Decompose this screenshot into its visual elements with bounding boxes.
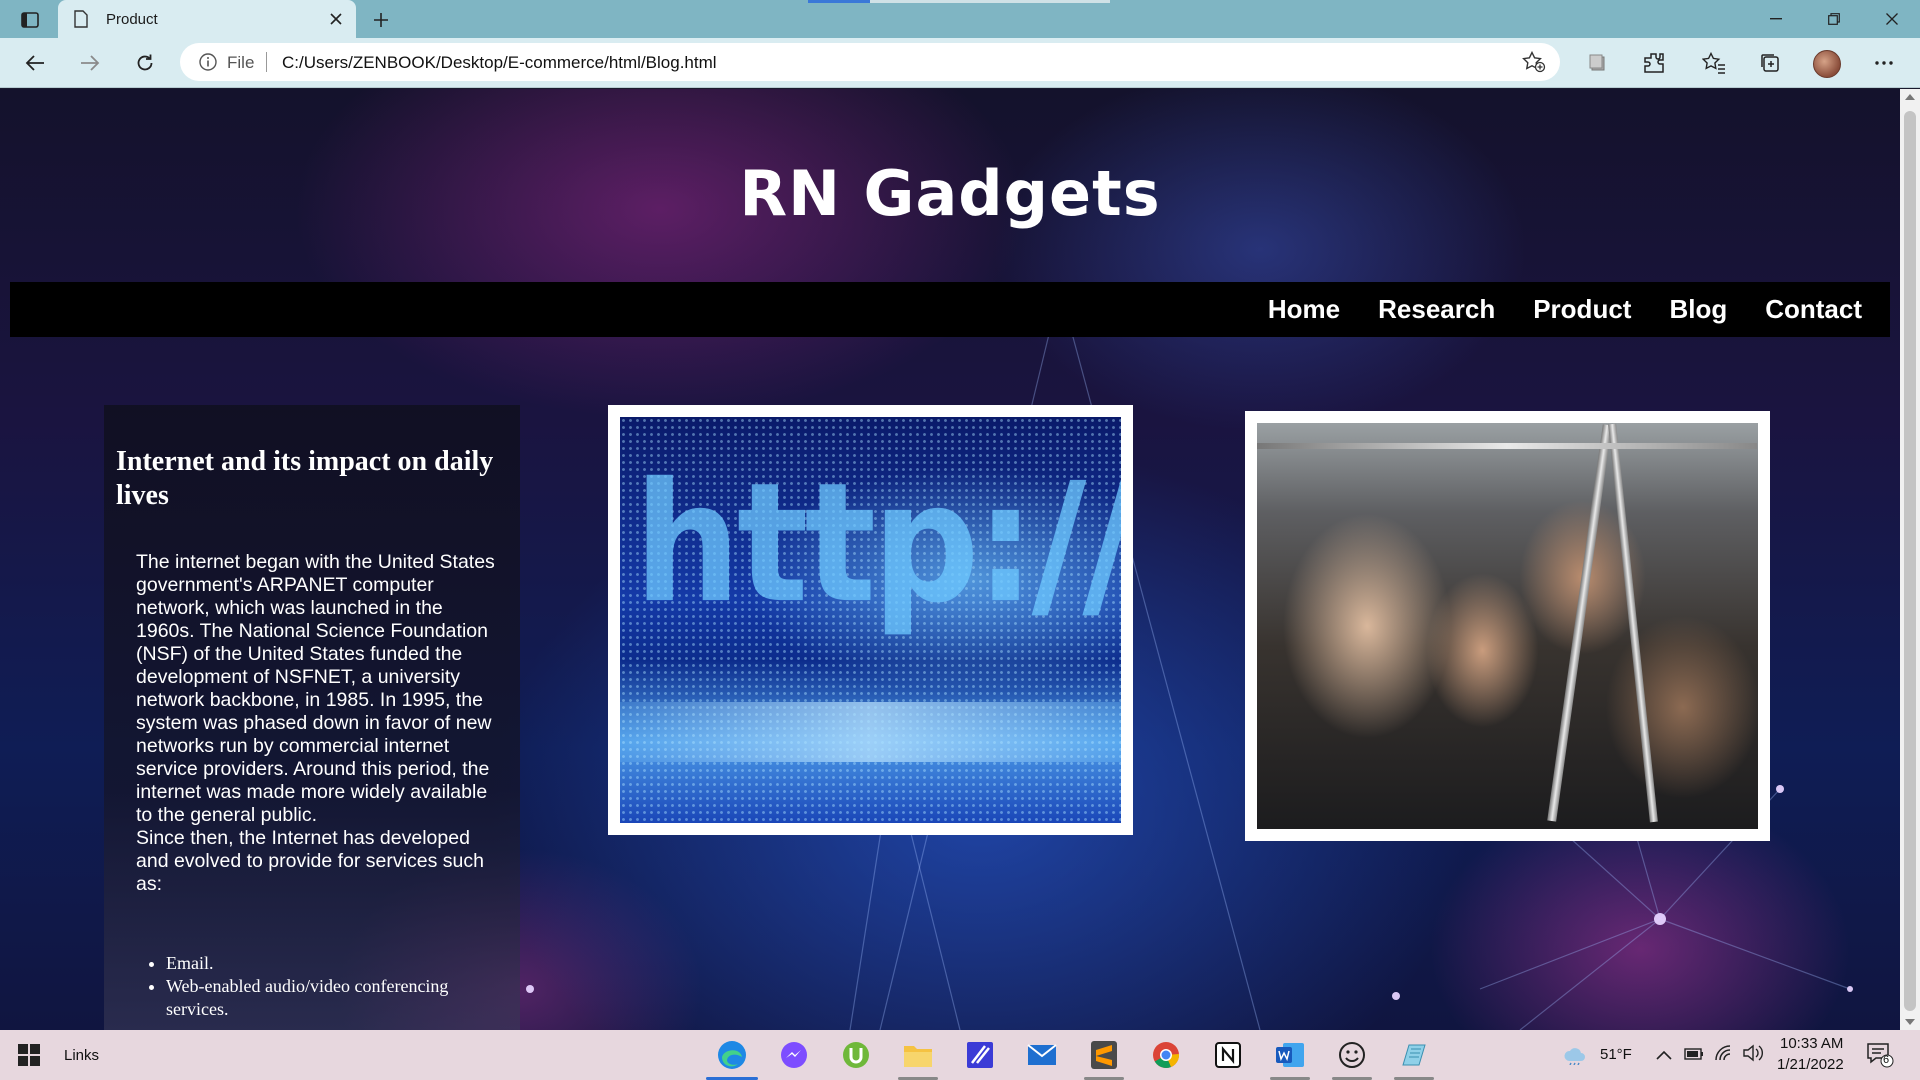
page-scrollbar[interactable] [1900,89,1920,1030]
new-tab-icon[interactable] [368,7,394,33]
nav-product[interactable]: Product [1533,294,1631,325]
nav-blog[interactable]: Blog [1669,294,1727,325]
site-title: RN Gadgets [739,157,1161,230]
article-paragraph: The internet began with the United State… [136,551,495,826]
site-navbar: Home Research Product Blog Contact [10,282,1890,337]
word-icon[interactable] [1264,1036,1316,1080]
clock-date[interactable]: 1/21/2022 [1777,1056,1844,1073]
services-list: Email. Web-enabled audio/video conferenc… [166,952,506,1021]
close-tab-icon[interactable] [326,9,346,29]
address-bar[interactable]: File C:/Users/ZENBOOK/Desktop/E-commerce… [180,43,1560,81]
profile-avatar[interactable] [1813,50,1841,78]
extensions-icon[interactable] [1637,47,1671,79]
more-options-icon[interactable] [1867,47,1901,79]
chevron-up-icon[interactable] [1656,1047,1672,1065]
windows-taskbar: Links 51°F 10:33 AM 1/21/2022 6 [0,1030,1920,1080]
edge-icon[interactable] [706,1036,758,1080]
mail-icon[interactable] [1016,1036,1068,1074]
battery-icon[interactable] [1684,1047,1704,1065]
scroll-up-icon[interactable] [1905,94,1915,100]
notepad-icon[interactable] [1388,1036,1440,1080]
list-item: Email. [166,952,506,975]
notifications-icon[interactable] [1866,1042,1894,1073]
tab-title: Product [106,11,158,28]
tab-strip-accent [808,0,870,3]
minimize-icon[interactable] [1748,0,1804,38]
notion-icon[interactable] [1202,1036,1254,1074]
close-window-icon[interactable] [1864,0,1920,38]
http-image: http://www. [608,405,1133,835]
address-separator [266,52,267,72]
editor-icon[interactable] [954,1036,1006,1074]
restore-icon[interactable] [1806,0,1862,38]
wifi-icon[interactable] [1714,1044,1734,1067]
article-paragraph: Since then, the Internet has developed a… [136,827,484,895]
subway-commuters-image [1245,411,1770,841]
back-icon[interactable] [18,47,52,79]
links-toolbar-label[interactable]: Links [64,1047,99,1064]
weather-temperature[interactable]: 51°F [1600,1046,1632,1063]
refresh-icon[interactable] [128,47,162,79]
emoji-icon[interactable] [1326,1036,1378,1080]
scrollbar-thumb[interactable] [1904,111,1916,1011]
list-item: Web-enabled audio/video conferencing ser… [166,975,506,1021]
nav-home[interactable]: Home [1268,294,1340,325]
address-bar-row: File C:/Users/ZENBOOK/Desktop/E-commerce… [0,38,1920,88]
tab-collections-icon[interactable] [1753,47,1787,79]
scroll-down-icon[interactable] [1905,1019,1915,1025]
forward-icon[interactable] [73,47,107,79]
notification-count: 6 [1883,1054,1890,1066]
image-http-text: http://www. [634,448,1121,640]
article-body: The internet began with the United State… [136,551,506,896]
volume-icon[interactable] [1742,1044,1764,1067]
chrome-icon[interactable] [1140,1036,1192,1074]
tab-actions-icon[interactable] [16,8,44,32]
url-text[interactable]: C:/Users/ZENBOOK/Desktop/E-commerce/html… [282,53,717,73]
browser-tab[interactable]: Product [58,0,356,38]
info-icon[interactable] [198,52,218,77]
weather-icon[interactable] [1562,1043,1588,1070]
tab-strip-highlight [870,0,1110,3]
nav-contact[interactable]: Contact [1765,294,1862,325]
messenger-icon[interactable] [768,1036,820,1074]
article-heading: Internet and its impact on daily lives [116,446,494,511]
add-favorite-icon[interactable] [1522,50,1546,78]
image-pole [1608,423,1658,823]
file-explorer-icon[interactable] [892,1036,944,1080]
browser-tab-bar: Product [0,0,1920,38]
page-viewport: RN Gadgets Home Research Product Blog Co… [0,89,1900,1030]
collections-icon[interactable] [1581,47,1615,79]
image-rail [1257,443,1757,449]
image-pole [1547,424,1612,822]
clock-time[interactable]: 10:33 AM [1780,1035,1843,1052]
page-icon [74,10,88,33]
favorites-icon[interactable] [1697,47,1731,79]
file-scheme-label: File [227,53,255,72]
sublime-icon[interactable] [1078,1036,1130,1080]
utorrent-icon[interactable] [830,1036,882,1074]
nav-research[interactable]: Research [1378,294,1495,325]
windows-start-icon[interactable] [18,1044,40,1066]
blog-article: Internet and its impact on daily lives T… [104,405,520,1030]
